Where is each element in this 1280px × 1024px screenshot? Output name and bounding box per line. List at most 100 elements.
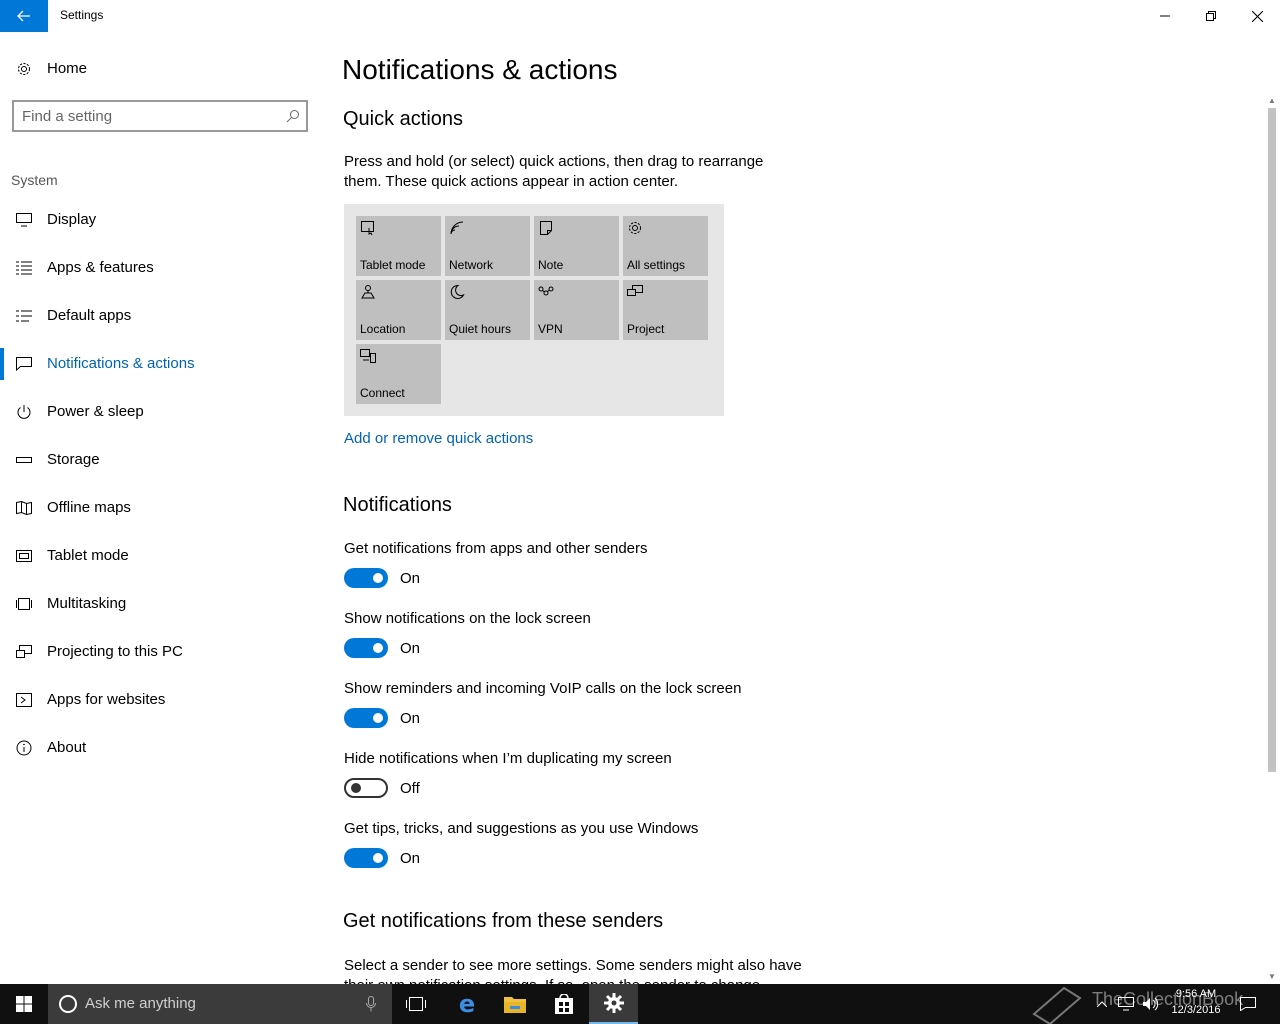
- toggle-state-label: On: [400, 640, 421, 657]
- sidebar-item-label: Apps for websites: [47, 691, 166, 708]
- settings-taskbar-button[interactable]: [589, 984, 638, 1024]
- back-button[interactable]: [0, 0, 48, 32]
- gear-icon: [15, 60, 33, 78]
- home-label: Home: [47, 60, 88, 77]
- toggle-state-label: On: [400, 570, 421, 587]
- section-label-system: System: [11, 172, 58, 188]
- quick-action-label: Location: [360, 322, 406, 336]
- vertical-scrollbar[interactable]: ▲ ▼: [1266, 96, 1280, 984]
- scroll-thumb[interactable]: [1268, 108, 1276, 772]
- setting-label: Show notifications on the lock screen: [344, 610, 591, 627]
- volume-icon[interactable]: [1140, 994, 1160, 1014]
- sidebar-item-tablet-mode[interactable]: Tablet mode: [0, 536, 320, 576]
- quick-action-quiet-hours[interactable]: Quiet hours: [445, 280, 530, 340]
- toggle-reminders-voip[interactable]: [344, 708, 388, 728]
- toggle-tips-suggestions[interactable]: [344, 848, 388, 868]
- sidebar-item-apps-features[interactable]: Apps & features: [0, 248, 320, 288]
- microphone-icon[interactable]: [366, 996, 376, 1012]
- setting-label: Get notifications from apps and other se…: [344, 540, 648, 557]
- web-apps-icon: [15, 691, 33, 709]
- sidebar-item-label: Notifications & actions: [47, 355, 195, 372]
- sidebar-item-default-apps[interactable]: Default apps: [0, 296, 320, 336]
- settings-search-box[interactable]: [12, 100, 308, 132]
- sidebar-item-storage[interactable]: Storage: [0, 440, 320, 480]
- sidebar-item-power-sleep[interactable]: Power & sleep: [0, 392, 320, 432]
- sidebar-item-label: Apps & features: [47, 259, 154, 276]
- tablet-mode-icon: [361, 221, 374, 236]
- minimize-button[interactable]: [1142, 0, 1188, 32]
- setting-label: Get tips, tricks, and suggestions as you…: [344, 820, 699, 837]
- title-bar: Settings: [0, 0, 1280, 32]
- sidebar-item-about[interactable]: About: [0, 728, 320, 768]
- setting-label: Hide notifications when I’m duplicating …: [344, 750, 672, 767]
- sidebar-item-projecting[interactable]: Projecting to this PC: [0, 632, 320, 672]
- network-tray-icon[interactable]: [1116, 994, 1136, 1014]
- project-icon: [15, 643, 33, 661]
- quick-actions-description: Press and hold (or select) quick actions…: [344, 153, 764, 190]
- toggle-app-notifications[interactable]: [344, 568, 388, 588]
- edge-icon: e: [458, 990, 476, 1018]
- sidebar-item-label: Default apps: [47, 307, 132, 324]
- sidebar-item-label: Projecting to this PC: [47, 643, 183, 660]
- sidebar-item-multitasking[interactable]: Multitasking: [0, 584, 320, 624]
- notifications-heading: Notifications: [343, 494, 452, 516]
- active-indicator: [0, 348, 4, 380]
- quick-action-label: Connect: [360, 386, 405, 400]
- list-icon: [15, 259, 33, 277]
- taskbar: Ask me anything e TheCollectionBook 9:56…: [0, 984, 1280, 1024]
- quick-action-project[interactable]: Project: [623, 280, 708, 340]
- window-title: Settings: [60, 8, 104, 22]
- scroll-down-icon[interactable]: ▼: [1268, 972, 1276, 981]
- quick-action-note[interactable]: Note: [534, 216, 619, 276]
- chevron-up-icon[interactable]: [1092, 994, 1112, 1014]
- close-button[interactable]: [1234, 0, 1280, 32]
- quick-action-connect[interactable]: Connect: [356, 344, 441, 404]
- cortana-search-box[interactable]: Ask me anything: [48, 984, 392, 1024]
- scroll-up-icon[interactable]: ▲: [1268, 96, 1276, 105]
- cortana-icon: [59, 995, 77, 1013]
- quick-action-all-settings[interactable]: All settings: [623, 216, 708, 276]
- sidebar-item-notifications-actions[interactable]: Notifications & actions: [0, 344, 320, 384]
- power-icon: [15, 403, 33, 421]
- sidebar-item-display[interactable]: Display: [0, 200, 320, 240]
- close-icon: [1251, 10, 1263, 22]
- quick-actions-heading: Quick actions: [343, 108, 464, 130]
- sidebar-item-label: Display: [47, 211, 97, 228]
- sidebar-item-label: Tablet mode: [47, 547, 129, 564]
- task-view-button[interactable]: [392, 984, 440, 1024]
- action-center-icon[interactable]: [1238, 994, 1258, 1014]
- edge-browser-button[interactable]: e: [443, 984, 491, 1024]
- search-input[interactable]: [22, 106, 272, 126]
- quick-action-label: Network: [449, 258, 494, 272]
- search-icon[interactable]: [286, 109, 300, 123]
- sidebar-item-offline-maps[interactable]: Offline maps: [0, 488, 320, 528]
- sidebar-item-apps-for-websites[interactable]: Apps for websites: [0, 680, 320, 720]
- quick-action-vpn[interactable]: VPN: [534, 280, 619, 340]
- quick-action-network[interactable]: Network: [445, 216, 530, 276]
- store-button[interactable]: [540, 984, 588, 1024]
- toggle-state-label: Off: [400, 780, 420, 797]
- restore-button[interactable]: [1188, 0, 1234, 32]
- quick-action-label: Note: [538, 258, 564, 272]
- toggle-hide-when-duplicating[interactable]: [344, 778, 388, 798]
- toggle-state-label: On: [400, 710, 421, 727]
- toggle-knob: [373, 643, 383, 653]
- file-explorer-button[interactable]: [491, 984, 539, 1024]
- quick-action-label: All settings: [627, 258, 686, 272]
- quick-action-tablet-mode[interactable]: Tablet mode: [356, 216, 441, 276]
- quick-action-label: Tablet mode: [360, 258, 426, 272]
- toggle-lock-screen-notifications[interactable]: [344, 638, 388, 658]
- add-remove-quick-actions-link[interactable]: Add or remove quick actions: [344, 430, 533, 447]
- minimize-icon: [1160, 15, 1170, 17]
- cortana-placeholder: Ask me anything: [85, 995, 196, 1012]
- sidebar-item-label: About: [47, 739, 87, 756]
- note-icon: [540, 221, 552, 235]
- system-clock[interactable]: 9:56 AM 12/3/2016: [1164, 986, 1228, 1018]
- book-logo-icon: [1032, 986, 1082, 1024]
- toggle-knob: [373, 853, 383, 863]
- quick-action-location[interactable]: Location: [356, 280, 441, 340]
- home-nav-item[interactable]: Home: [0, 52, 320, 86]
- sidebar: Home System Display Apps & features Defa…: [0, 32, 320, 984]
- start-button[interactable]: [0, 984, 48, 1024]
- toggle-knob: [373, 713, 383, 723]
